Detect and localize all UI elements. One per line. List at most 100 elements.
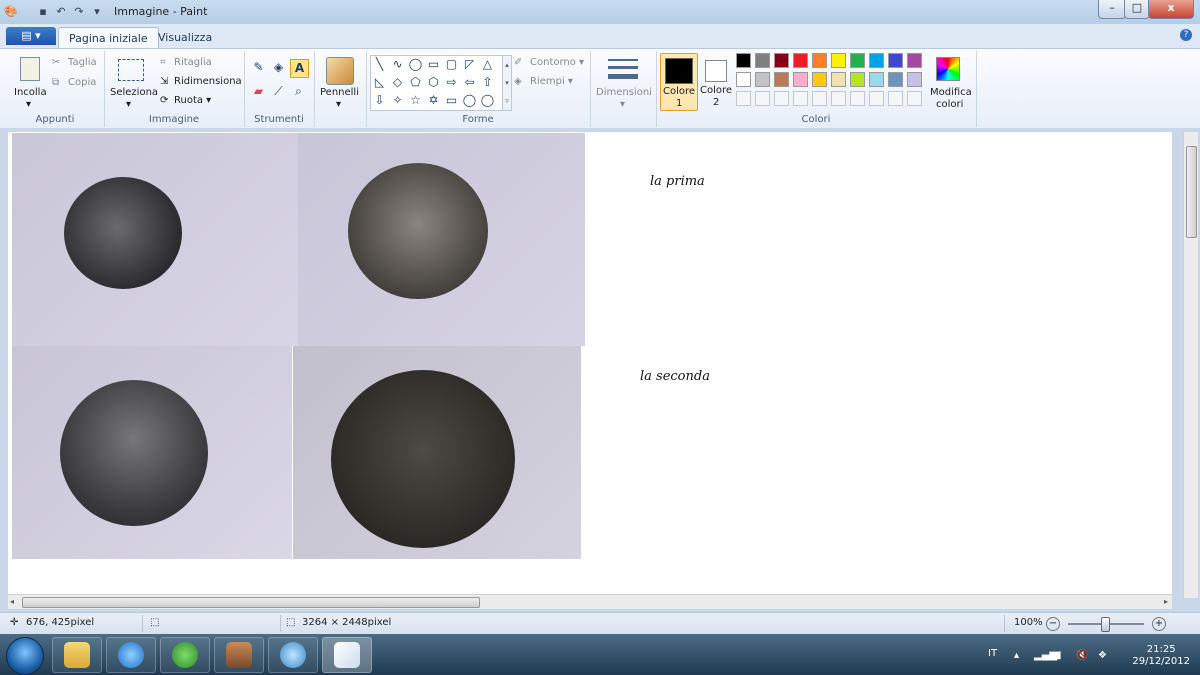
help-icon[interactable]: ?: [1180, 29, 1192, 41]
color-picker-icon[interactable]: ⟋: [270, 83, 287, 100]
palette-custom-slot[interactable]: [907, 91, 922, 106]
palette-color-swatch[interactable]: [774, 53, 789, 68]
redo-icon[interactable]: ↷: [72, 5, 86, 19]
shape-four-point-star[interactable]: ✧: [389, 92, 406, 109]
shape-left-arrow[interactable]: ⇦: [461, 74, 478, 91]
shape-six-point-star[interactable]: ✡: [425, 92, 442, 109]
horizontal-scrollbar[interactable]: ◂ ▸: [8, 594, 1172, 609]
fill-bucket-icon[interactable]: ◈: [270, 59, 287, 76]
crop-icon[interactable]: ⌗: [160, 57, 166, 68]
rotate-button[interactable]: Ruota ▾: [174, 95, 211, 106]
palette-custom-slot[interactable]: [888, 91, 903, 106]
clock[interactable]: 21:25 29/12/2012: [1132, 644, 1190, 668]
power-icon[interactable]: ▮: [1056, 650, 1062, 661]
scroll-right-arrow-icon[interactable]: ▸: [1164, 597, 1168, 606]
quick-access-menu-icon[interactable]: ▾: [90, 5, 104, 19]
resize-button[interactable]: Ridimensiona: [174, 76, 242, 87]
paint-app-icon[interactable]: 🎨: [4, 5, 18, 19]
palette-custom-slot[interactable]: [869, 91, 884, 106]
shape-line[interactable]: ╲: [371, 56, 388, 73]
taskbar-emule[interactable]: [214, 637, 264, 673]
shape-pentagon[interactable]: ⬠: [407, 74, 424, 91]
palette-color-swatch[interactable]: [812, 72, 827, 87]
palette-custom-slot[interactable]: [831, 91, 846, 106]
palette-color-swatch[interactable]: [812, 53, 827, 68]
shape-rectangle[interactable]: ▭: [425, 56, 442, 73]
palette-color-swatch[interactable]: [736, 72, 751, 87]
shape-diamond[interactable]: ◇: [389, 74, 406, 91]
zoom-out-icon[interactable]: −: [1046, 617, 1060, 631]
file-menu-button[interactable]: ▤ ▾: [6, 27, 56, 45]
palette-custom-slot[interactable]: [736, 91, 751, 106]
palette-color-swatch[interactable]: [869, 72, 884, 87]
color1-button[interactable]: Colore 1: [660, 53, 698, 111]
shape-callout-cloud[interactable]: ◯: [479, 92, 496, 109]
shape-oval[interactable]: ◯: [407, 56, 424, 73]
tab-view[interactable]: Visualizza: [148, 27, 222, 48]
vertical-scrollbar[interactable]: [1183, 132, 1198, 598]
shape-triangle[interactable]: △: [479, 56, 496, 73]
copy-icon[interactable]: ⧉: [52, 77, 59, 88]
shape-curve[interactable]: ∿: [389, 56, 406, 73]
fill-button[interactable]: Riempi ▾: [530, 76, 573, 87]
horizontal-scroll-thumb[interactable]: [22, 597, 480, 608]
palette-custom-slot[interactable]: [755, 91, 770, 106]
paste-button[interactable]: Incolla: [14, 87, 47, 98]
palette-color-swatch[interactable]: [907, 72, 922, 87]
paste-icon[interactable]: [20, 57, 40, 81]
show-hidden-icons[interactable]: ▴: [1014, 650, 1019, 661]
cut-icon[interactable]: ✂: [52, 57, 60, 68]
shape-polygon[interactable]: ◸: [461, 56, 478, 73]
outline-icon[interactable]: ✐: [514, 57, 522, 68]
maximize-button[interactable]: □: [1124, 0, 1150, 19]
tab-home[interactable]: Pagina iniziale: [58, 27, 159, 49]
language-indicator[interactable]: IT: [988, 648, 997, 659]
taskbar-explorer[interactable]: [52, 637, 102, 673]
brush-icon[interactable]: [326, 57, 354, 85]
palette-custom-slot[interactable]: [850, 91, 865, 106]
cut-button[interactable]: Taglia: [68, 57, 97, 68]
zoom-in-icon[interactable]: +: [1152, 617, 1166, 631]
palette-color-swatch[interactable]: [831, 53, 846, 68]
palette-color-swatch[interactable]: [736, 53, 751, 68]
start-button[interactable]: [6, 637, 44, 675]
dropbox-icon[interactable]: ❖: [1098, 650, 1107, 661]
outline-button[interactable]: Contorno ▾: [530, 57, 584, 68]
copy-button[interactable]: Copia: [68, 77, 96, 88]
shape-callout-rect[interactable]: ▭: [443, 92, 460, 109]
shape-five-point-star[interactable]: ☆: [407, 92, 424, 109]
taskbar-network[interactable]: [268, 637, 318, 673]
palette-color-swatch[interactable]: [869, 53, 884, 68]
shape-callout-oval[interactable]: ◯: [461, 92, 478, 109]
zoom-slider-thumb[interactable]: [1101, 617, 1110, 632]
shape-right-triangle[interactable]: ◺: [371, 74, 388, 91]
signal-icon[interactable]: ▂▄▆: [1034, 650, 1057, 661]
palette-custom-slot[interactable]: [812, 91, 827, 106]
resize-icon[interactable]: ⇲: [160, 76, 168, 87]
palette-color-swatch[interactable]: [850, 53, 865, 68]
close-button[interactable]: x: [1148, 0, 1194, 19]
taskbar-utorrent[interactable]: [160, 637, 210, 673]
minimize-button[interactable]: –: [1098, 0, 1126, 19]
select-icon[interactable]: [118, 59, 144, 81]
magnifier-icon[interactable]: ⌕: [290, 83, 307, 100]
rotate-icon[interactable]: ⟳: [160, 95, 168, 106]
palette-color-swatch[interactable]: [793, 53, 808, 68]
text-tool-icon[interactable]: A: [290, 59, 309, 78]
eraser-icon[interactable]: ▰: [250, 83, 267, 100]
size-button[interactable]: Dimensioni: [596, 87, 652, 98]
select-button[interactable]: Seleziona: [110, 87, 158, 98]
shape-hexagon[interactable]: ⬡: [425, 74, 442, 91]
palette-color-swatch[interactable]: [888, 53, 903, 68]
taskbar-paint[interactable]: [322, 637, 372, 673]
palette-color-swatch[interactable]: [888, 72, 903, 87]
shape-up-arrow[interactable]: ⇧: [479, 74, 496, 91]
save-icon[interactable]: ▪: [36, 5, 50, 19]
pencil-icon[interactable]: ✎: [250, 59, 267, 76]
palette-color-swatch[interactable]: [850, 72, 865, 87]
drawing-canvas[interactable]: la prima la seconda: [8, 132, 1172, 598]
taskbar-internet-explorer[interactable]: [106, 637, 156, 673]
shape-rounded-rectangle[interactable]: ▢: [443, 56, 460, 73]
palette-custom-slot[interactable]: [774, 91, 789, 106]
brushes-button[interactable]: Pennelli: [320, 87, 359, 98]
